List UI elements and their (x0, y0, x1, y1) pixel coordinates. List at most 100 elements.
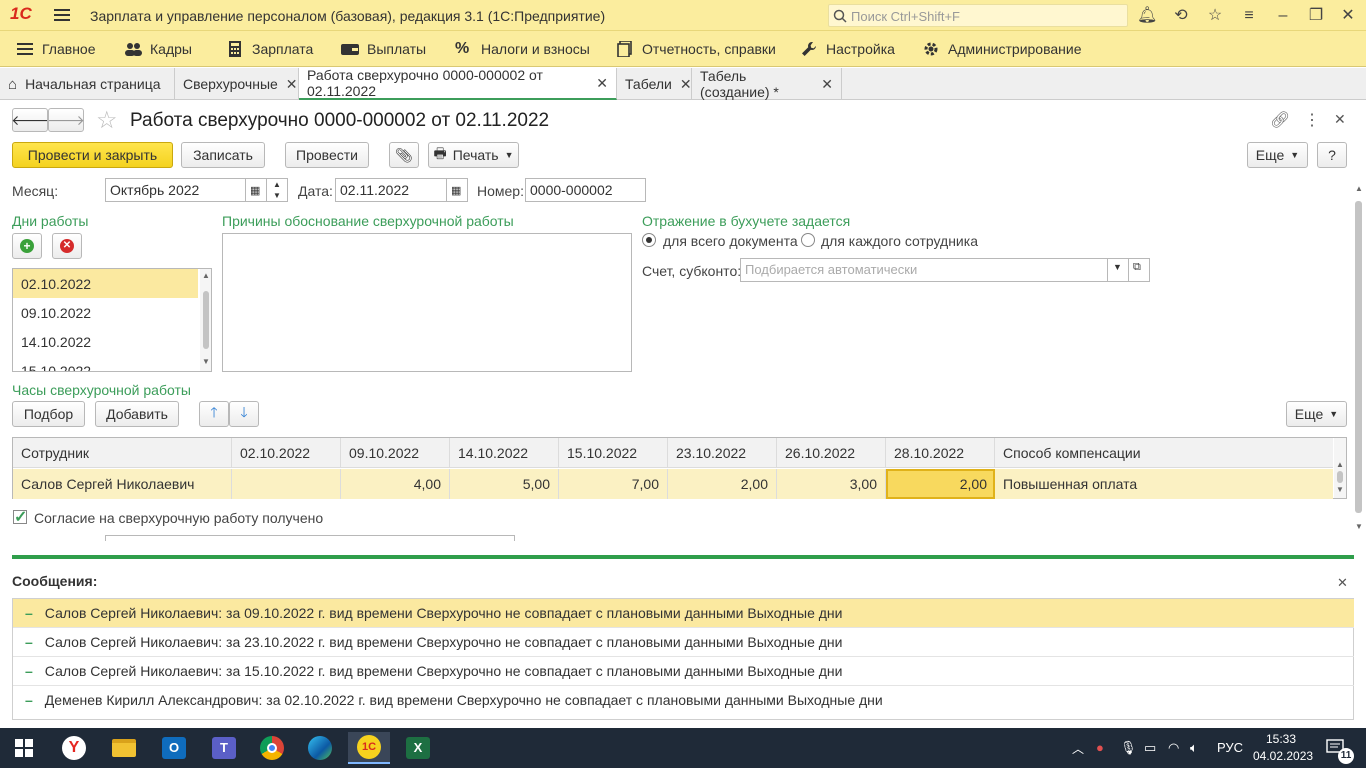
message-item[interactable]: – Салов Сергей Николаевич: за 23.10.2022 … (13, 628, 1354, 657)
column-header[interactable]: 09.10.2022 (341, 438, 450, 468)
menu-item-settings[interactable]: Настройка (800, 41, 895, 57)
move-down-button[interactable]: 🡓 (229, 401, 259, 427)
favorite-star-icon[interactable]: ☆ (96, 106, 118, 135)
windows-start-icon[interactable] (6, 732, 42, 764)
forward-button[interactable]: 🡒 (47, 108, 85, 132)
hamburger-icon[interactable] (54, 7, 70, 23)
scroll-up-icon[interactable]: ▲ (1355, 184, 1363, 193)
clock-date[interactable]: 04.02.2023 (1253, 749, 1313, 763)
cell-hours[interactable]: 3,00 (777, 469, 886, 499)
cell-compensation[interactable]: Повышенная оплата (995, 469, 1333, 499)
grid-more-button[interactable]: Еще ▼ (1286, 401, 1347, 427)
reasons-textarea[interactable] (222, 233, 632, 372)
microphone-icon[interactable]: 🎙︎ (1120, 740, 1137, 756)
list-item[interactable]: 02.10.2022 (13, 269, 198, 298)
restore-icon[interactable]: ❐ (1306, 6, 1326, 26)
grid-scrollbar[interactable]: ▲ ▼ (1334, 438, 1346, 498)
scroll-up-icon[interactable]: ▲ (202, 271, 210, 280)
excel-icon[interactable]: X (400, 732, 436, 764)
account-field[interactable]: Подбирается автоматически (740, 258, 1108, 282)
radio-each-employee[interactable] (801, 233, 815, 247)
message-item[interactable]: – Деменев Кирилл Александрович: за 02.10.… (13, 686, 1354, 715)
more-vertical-icon[interactable]: ⋮ (1304, 110, 1320, 130)
battery-icon[interactable]: ▭ (1144, 740, 1156, 756)
attach-button[interactable]: 📎︎ (389, 142, 419, 168)
menu-item-salary[interactable]: Зарплата (226, 41, 313, 57)
number-field[interactable]: 0000-000002 (525, 178, 646, 202)
history-icon[interactable]: ⟲ (1171, 6, 1191, 26)
cell-hours[interactable]: 5,00 (450, 469, 559, 499)
menu-item-reports[interactable]: Отчетность, справки (616, 41, 776, 57)
tab-overtime-doc[interactable]: Работа сверхурочно 0000-000002 от 02.11.… (299, 67, 617, 100)
form-scrollbar[interactable]: ▲ ▼ (1354, 184, 1364, 536)
add-day-button[interactable]: + (12, 233, 42, 259)
cell-hours[interactable] (232, 469, 341, 499)
close-icon[interactable]: ✕ (680, 76, 692, 93)
close-messages-icon[interactable]: ✕ (1337, 575, 1348, 591)
volume-icon[interactable]: 🔈︎ (1190, 740, 1198, 756)
star-icon[interactable]: ☆ (1205, 6, 1225, 26)
delete-day-button[interactable]: ✕ (52, 233, 82, 259)
cell-hours[interactable]: 7,00 (559, 469, 668, 499)
days-scrollbar[interactable]: ▲ ▼ (200, 269, 211, 371)
close-form-icon[interactable]: ✕ (1334, 111, 1346, 128)
account-open-button[interactable]: ⧉ (1128, 258, 1150, 282)
column-header[interactable]: Способ компенсации (995, 438, 1333, 468)
language-indicator[interactable]: РУС (1217, 740, 1243, 755)
column-header[interactable]: 23.10.2022 (668, 438, 777, 468)
move-up-button[interactable]: 🡑 (199, 401, 229, 427)
settings-menu-icon[interactable]: ≡ (1239, 6, 1259, 26)
back-button[interactable]: 🡐 (11, 108, 49, 132)
list-item[interactable]: 14.10.2022 (13, 327, 198, 356)
menu-item-payments[interactable]: Выплаты (341, 41, 426, 57)
column-header[interactable]: 26.10.2022 (777, 438, 886, 468)
print-button[interactable]: 🖶 Печать ▼ (428, 142, 519, 168)
tray-chevron-icon[interactable]: ︿ (1072, 740, 1084, 757)
column-header[interactable]: 02.10.2022 (232, 438, 341, 468)
cell-hours-selected[interactable]: 2,00 (886, 469, 995, 499)
file-explorer-icon[interactable] (106, 732, 142, 764)
network-warning-icon[interactable]: ● (1096, 740, 1104, 755)
date-field[interactable]: 02.11.2022 (335, 178, 447, 202)
scroll-down-icon[interactable]: ▼ (1355, 522, 1363, 531)
scroll-up-icon[interactable]: ▲ (1336, 460, 1344, 469)
menu-item-taxes[interactable]: % Налоги и взносы (455, 41, 590, 58)
menu-item-hr[interactable]: Кадры (124, 41, 192, 57)
consent-checkbox[interactable]: ✓ (13, 509, 27, 526)
close-icon[interactable]: ✕ (286, 76, 298, 93)
edge-icon[interactable] (302, 732, 338, 764)
radio-whole-document[interactable] (642, 233, 656, 247)
chrome-icon[interactable] (254, 732, 290, 764)
month-field[interactable]: Октябрь 2022 (105, 178, 246, 202)
help-button[interactable]: ? (1317, 142, 1347, 168)
list-item[interactable]: 09.10.2022 (13, 298, 198, 327)
minimize-icon[interactable]: – (1273, 6, 1293, 26)
menu-item-main[interactable]: Главное (16, 41, 96, 57)
post-and-close-button[interactable]: Провести и закрыть (12, 142, 173, 168)
menu-item-admin[interactable]: Администрирование (922, 41, 1082, 57)
column-header[interactable]: Сотрудник (13, 438, 232, 468)
cell-hours[interactable]: 4,00 (341, 469, 450, 499)
scroll-down-icon[interactable]: ▼ (202, 357, 210, 366)
calendar-button[interactable]: ▦ (245, 178, 267, 202)
save-button[interactable]: Записать (181, 142, 265, 168)
column-header[interactable]: 28.10.2022 (886, 438, 995, 468)
more-button[interactable]: Еще ▼ (1247, 142, 1308, 168)
column-header[interactable]: 15.10.2022 (559, 438, 668, 468)
link-icon[interactable]: 🔗︎ (1270, 110, 1290, 130)
outlook-icon[interactable]: O (156, 732, 192, 764)
close-window-icon[interactable]: ✕ (1338, 6, 1358, 26)
cell-employee[interactable]: Салов Сергей Николаевич (13, 469, 232, 499)
search-box[interactable]: Поиск Ctrl+Shift+F (828, 4, 1128, 27)
tab-overtime-list[interactable]: Сверхурочные ✕ (175, 68, 299, 100)
tab-home[interactable]: ⌂ Начальная страница (0, 68, 175, 100)
scroll-thumb[interactable] (1337, 471, 1343, 483)
month-spinner[interactable]: ▲ ▼ (266, 178, 288, 202)
date-calendar-button[interactable]: ▦ (446, 178, 468, 202)
1c-taskbar-icon[interactable]: 1С (348, 732, 390, 764)
list-item[interactable]: 15.10.2022 (13, 356, 198, 371)
message-item[interactable]: – Салов Сергей Николаевич: за 15.10.2022 … (13, 657, 1354, 686)
add-button[interactable]: Добавить (95, 401, 179, 427)
scroll-thumb[interactable] (1355, 201, 1362, 513)
partial-field[interactable] (105, 535, 515, 541)
